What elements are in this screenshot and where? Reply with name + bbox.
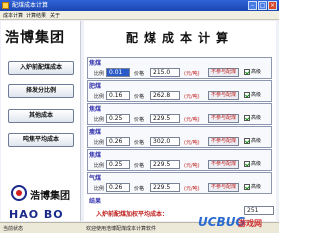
ratio-input[interactable]: 0.25 <box>106 114 130 123</box>
avg-coke-cost-button[interactable]: 吨焦平均成本 <box>8 133 74 147</box>
unit-label: (元/吨) <box>184 140 200 146</box>
menu-item-results[interactable]: 计算结果 <box>26 12 46 19</box>
result-value-field[interactable]: 251 <box>244 206 274 215</box>
main-panel: 配煤成本计算 焦煤 比例 0.01 价格 215.0 (元/吨) 不参与配煤 高级 肥煤 比例 0.… <box>84 21 276 221</box>
coal-group-title: 气煤 <box>89 175 102 182</box>
coal-group-title: 瘦煤 <box>89 129 102 136</box>
status-left: 当前状态 <box>3 226 24 232</box>
ratio-input[interactable]: 0.26 <box>106 137 130 146</box>
coal-group: 肥煤比例 0.16 价格 262.8 (元/吨) 不参与配煤 高级 <box>87 80 272 102</box>
ratio-label: 比例 <box>94 71 105 77</box>
coal-group: 焦煤比例 0.25 价格 229.5 (元/吨) 不参与配煤 高级 <box>87 103 272 125</box>
ratio-label: 比例 <box>94 140 105 146</box>
advanced-label: 高级 <box>251 115 262 121</box>
ratio-label: 比例 <box>94 186 105 192</box>
app-window: 配煤成本计算 – □ × 成本计算 计算结果 关于 浩博集团 入炉前配煤成本 择… <box>0 0 279 234</box>
result-title: 结果 <box>89 198 102 205</box>
advanced-checkbox[interactable]: 高级 <box>244 183 261 192</box>
ratio-label: 比例 <box>94 94 105 100</box>
watermark-cn: 游戏网 <box>238 219 262 228</box>
maximize-button[interactable]: □ <box>258 1 267 10</box>
ratio-label: 比例 <box>94 117 105 123</box>
advanced-checkbox[interactable]: 高级 <box>244 137 261 146</box>
checkmark-icon <box>244 160 250 167</box>
sidebar-logo-text: 浩博集团 <box>5 30 65 46</box>
unit-label: (元/吨) <box>184 71 200 77</box>
advanced-label: 高级 <box>251 69 262 75</box>
checkmark-icon <box>244 183 250 190</box>
coal-group: 焦煤比例 0.25 价格 229.5 (元/吨) 不参与配煤 高级 <box>87 149 272 171</box>
menu-bar: 成本计算 计算结果 关于 <box>0 11 279 20</box>
price-label: 价格 <box>134 94 145 100</box>
pre-furnace-cost-button[interactable]: 入炉前配煤成本 <box>8 61 74 75</box>
title-bar: 配煤成本计算 – □ × <box>0 0 279 11</box>
ratio-label: 比例 <box>94 163 105 169</box>
window-title: 配煤成本计算 <box>12 2 49 9</box>
result-label: 入炉前配煤加权平均成本： <box>96 211 169 218</box>
unit-label: (元/吨) <box>184 117 200 123</box>
close-button[interactable]: × <box>268 1 277 10</box>
price-input[interactable]: 262.8 <box>150 91 180 100</box>
advanced-label: 高级 <box>251 92 262 98</box>
coal-group-title: 肥煤 <box>89 83 102 90</box>
coal-group: 焦煤比例 0.01 价格 215.0 (元/吨) 不参与配煤 高级 <box>87 57 272 79</box>
price-label: 价格 <box>134 186 145 192</box>
exclude-button[interactable]: 不参与配煤 <box>208 183 239 192</box>
checkmark-icon <box>244 68 250 75</box>
ratio-input[interactable]: 0.01 <box>106 68 130 77</box>
ratio-input[interactable]: 0.16 <box>106 91 130 100</box>
ratio-input[interactable]: 0.25 <box>106 160 130 169</box>
price-input[interactable]: 229.5 <box>150 114 180 123</box>
coal-group-title: 焦煤 <box>89 106 102 113</box>
price-label: 价格 <box>134 140 145 146</box>
coal-group: 气煤比例 0.26 价格 229.5 (元/吨) 不参与配煤 高级 <box>87 172 272 194</box>
advanced-label: 高级 <box>251 184 262 190</box>
price-input[interactable]: 229.5 <box>150 160 180 169</box>
menu-item-cost-calc[interactable]: 成本计算 <box>3 12 23 19</box>
status-center: 欢迎使用浩博配煤成本计算软件 <box>86 226 157 232</box>
exclude-button[interactable]: 不参与配煤 <box>208 68 239 77</box>
price-input[interactable]: 229.5 <box>150 183 180 192</box>
page-title: 配煤成本计算 <box>125 31 234 45</box>
checkmark-icon <box>244 91 250 98</box>
unit-label: (元/吨) <box>184 186 200 192</box>
exclude-button[interactable]: 不参与配煤 <box>208 160 239 169</box>
advanced-checkbox[interactable]: 高级 <box>244 114 261 123</box>
unit-label: (元/吨) <box>184 163 200 169</box>
price-label: 价格 <box>134 117 145 123</box>
exclude-button[interactable]: 不参与配煤 <box>208 137 239 146</box>
coal-group-title: 焦煤 <box>89 60 102 67</box>
brand-logo-icon <box>11 185 27 201</box>
brand-name-cn: 浩博集团 <box>30 191 70 202</box>
ratio-input[interactable]: 0.26 <box>106 183 130 192</box>
price-label: 价格 <box>134 163 145 169</box>
ratio-button[interactable]: 择发分比例 <box>8 84 74 98</box>
advanced-label: 高级 <box>251 161 262 167</box>
price-label: 价格 <box>134 71 145 77</box>
coal-group: 瘦煤比例 0.26 价格 302.0 (元/吨) 不参与配煤 高级 <box>87 126 272 148</box>
unit-label: (元/吨) <box>184 94 200 100</box>
menu-item-about[interactable]: 关于 <box>50 12 60 19</box>
advanced-checkbox[interactable]: 高级 <box>244 68 261 77</box>
minimize-button[interactable]: – <box>248 1 257 10</box>
price-input[interactable]: 302.0 <box>150 137 180 146</box>
checkmark-icon <box>244 114 250 121</box>
coal-group-title: 焦煤 <box>89 152 102 159</box>
app-icon <box>2 2 9 9</box>
sidebar: 浩博集团 入炉前配煤成本 择发分比例 其他成本 吨焦平均成本 浩博集团 HAO … <box>1 21 81 234</box>
checkmark-icon <box>244 137 250 144</box>
advanced-label: 高级 <box>251 138 262 144</box>
other-cost-button[interactable]: 其他成本 <box>8 109 74 123</box>
advanced-checkbox[interactable]: 高级 <box>244 91 261 100</box>
exclude-button[interactable]: 不参与配煤 <box>208 114 239 123</box>
exclude-button[interactable]: 不参与配煤 <box>208 91 239 100</box>
advanced-checkbox[interactable]: 高级 <box>244 160 261 169</box>
price-input[interactable]: 215.0 <box>150 68 180 77</box>
